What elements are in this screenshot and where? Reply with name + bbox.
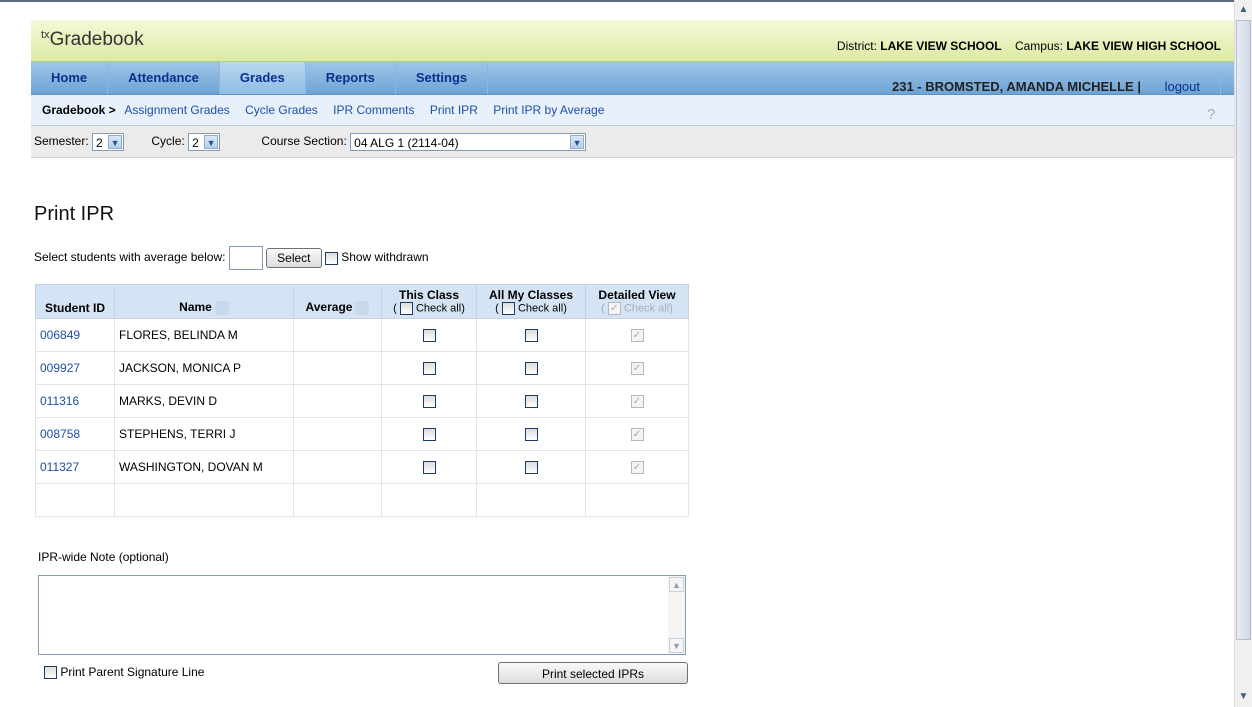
detailed-check-all: ✓ (607, 302, 621, 315)
student-name: MARKS, DEVIN D (114, 384, 294, 418)
link-print-ipr-by-average[interactable]: Print IPR by Average (493, 103, 604, 117)
student-id-link[interactable]: 008758 (40, 427, 80, 441)
cycle-select[interactable]: 2 ▼ (188, 132, 221, 151)
semester-select[interactable]: 2 ▼ (92, 132, 125, 151)
all-classes-checkbox[interactable] (524, 395, 538, 409)
student-name: STEPHENS, TERRI J (114, 417, 294, 451)
scroll-up-icon[interactable]: ▲ (669, 577, 684, 592)
all-classes-checkbox[interactable] (524, 329, 538, 343)
link-assignment-grades[interactable]: Assignment Grades (124, 103, 229, 117)
district-info: District: LAKE VIEW SCHOOL Campus: LAKE … (836, 39, 1221, 53)
ipr-note-textarea[interactable]: ▲ ▼ (38, 575, 686, 655)
students-table: Student ID Name Average This Class( Chec… (35, 284, 689, 517)
this-class-checkbox[interactable] (422, 428, 436, 442)
student-name: JACKSON, MONICA P (114, 351, 294, 385)
student-id-link[interactable]: 006849 (40, 328, 80, 342)
chevron-down-icon: ▼ (204, 134, 219, 149)
course-section-select[interactable]: 04 ALG 1 (2114-04) ▼ (350, 132, 587, 151)
detailed-view-checkbox: ✓ (630, 395, 644, 409)
page-title: Print IPR (34, 203, 115, 225)
all-classes-checkbox[interactable] (524, 428, 538, 442)
scroll-down-icon[interactable]: ▼ (669, 638, 684, 653)
detailed-view-checkbox: ✓ (630, 329, 644, 343)
chevron-down-icon: ▼ (108, 134, 123, 149)
note-label: IPR-wide Note (optional) (38, 550, 169, 564)
tab-attendance[interactable]: Attendance (108, 62, 220, 94)
col-detailed-view: Detailed View( ✓ Check all) (585, 284, 689, 319)
col-student-id: Student ID (35, 284, 115, 319)
detailed-view-checkbox: ✓ (630, 461, 644, 475)
tab-home[interactable]: Home (31, 62, 109, 94)
scroll-up-icon[interactable]: ▲ (1236, 2, 1251, 18)
link-print-ipr[interactable]: Print IPR (430, 103, 478, 117)
show-withdrawn-checkbox[interactable] (324, 251, 338, 265)
all-classes-check-all[interactable] (501, 302, 515, 315)
sort-icon[interactable] (355, 301, 370, 315)
print-selected-iprs-button[interactable]: Print selected IPRs (498, 662, 688, 684)
col-this-class: This Class( Check all) (381, 284, 477, 319)
link-cycle-grades[interactable]: Cycle Grades (245, 103, 318, 117)
chevron-down-icon: ▼ (570, 134, 585, 149)
table-row: 009927 JACKSON, MONICA P ✓ (35, 351, 689, 385)
student-id-link[interactable]: 009927 (40, 361, 80, 375)
table-row: 011316 MARKS, DEVIN D ✓ (35, 384, 689, 418)
table-row: 008758 STEPHENS, TERRI J ✓ (35, 417, 689, 451)
tab-grades[interactable]: Grades (219, 62, 306, 94)
parent-signature-checkbox[interactable] (44, 666, 57, 680)
tab-settings[interactable]: Settings (396, 62, 489, 94)
select-button[interactable]: Select (266, 248, 322, 268)
col-name[interactable]: Name (114, 284, 294, 319)
all-classes-checkbox[interactable] (524, 362, 538, 376)
page-scrollbar[interactable]: ▲ ▼ (1234, 0, 1252, 707)
app-header: txGradebook District: LAKE VIEW SCHOOL C… (31, 20, 1235, 62)
average-input[interactable] (228, 246, 263, 270)
sort-icon[interactable] (214, 301, 229, 315)
this-class-check-all[interactable] (399, 302, 413, 315)
scroll-thumb[interactable] (1236, 20, 1251, 640)
detailed-view-checkbox: ✓ (630, 362, 644, 376)
this-class-checkbox[interactable] (422, 461, 436, 475)
average-filter: Select students with average below: Sele… (34, 246, 429, 270)
detailed-view-checkbox: ✓ (630, 428, 644, 442)
this-class-checkbox[interactable] (422, 362, 436, 376)
main-nav: Home Attendance Grades Reports Settings … (31, 62, 1235, 103)
table-row: 006849 FLORES, BELINDA M ✓ (35, 318, 689, 352)
help-icon[interactable]: ? (1207, 100, 1221, 123)
subnav: Gradebook > Assignment Grades Cycle Grad… (31, 95, 1235, 126)
this-class-checkbox[interactable] (422, 329, 436, 343)
filter-bar: Semester: 2 ▼ Cycle: 2 ▼ Course Section: 0… (31, 126, 1235, 158)
col-average[interactable]: Average (293, 284, 382, 319)
page: txGradebook District: LAKE VIEW SCHOOL C… (31, 20, 1235, 707)
empty-row (35, 483, 689, 517)
app-logo: txGradebook (41, 29, 144, 50)
student-name: WASHINGTON, DOVAN M (114, 450, 294, 484)
parent-signature-option: Print Parent Signature Line (44, 665, 204, 680)
link-ipr-comments[interactable]: IPR Comments (333, 103, 414, 117)
student-id-link[interactable]: 011327 (40, 460, 79, 474)
table-row: 011327 WASHINGTON, DOVAN M ✓ (35, 450, 689, 484)
student-name: FLORES, BELINDA M (114, 318, 294, 352)
tab-reports[interactable]: Reports (306, 62, 396, 94)
this-class-checkbox[interactable] (422, 395, 436, 409)
student-id-link[interactable]: 011316 (40, 394, 79, 408)
col-all-classes: All My Classes( Check all) (476, 284, 586, 319)
all-classes-checkbox[interactable] (524, 461, 538, 475)
scroll-down-icon[interactable]: ▼ (1236, 689, 1251, 705)
breadcrumb: Gradebook > (42, 103, 116, 117)
textarea-scrollbar[interactable]: ▲ ▼ (668, 576, 685, 654)
